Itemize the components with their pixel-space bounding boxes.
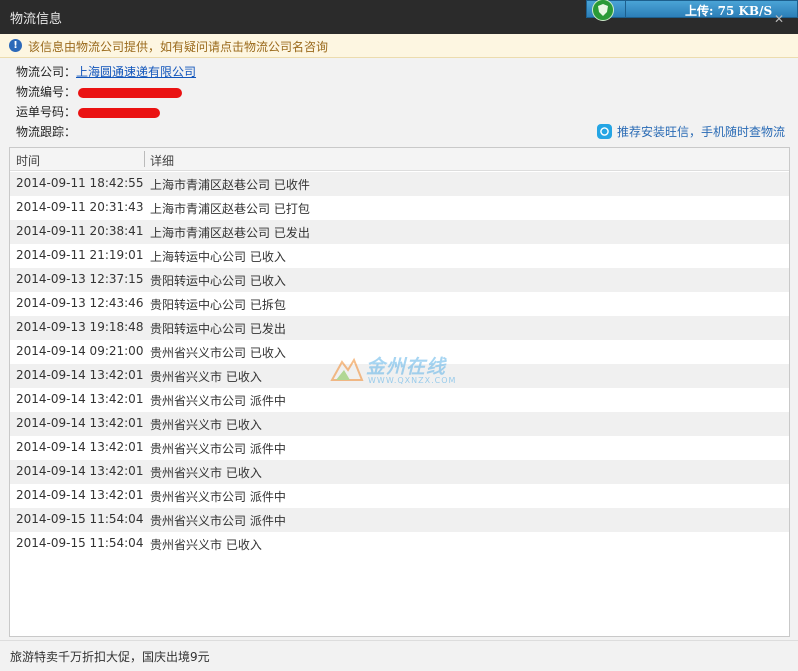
logistics-panel: ! 该信息由物流公司提供，如有疑问请点击物流公司名咨询 物流公司：上海圆通速递有… xyxy=(0,34,798,671)
table-row[interactable]: 2014-09-11 20:31:43 上海市青浦区赵巷公司 已打包 xyxy=(10,196,789,220)
time-cell: 2014-09-14 13:42:01 xyxy=(16,368,144,382)
time-cell: 2014-09-11 20:31:43 xyxy=(16,200,144,214)
logistics-no-redaction xyxy=(78,87,183,98)
time-cell: 2014-09-14 13:42:01 xyxy=(16,440,144,454)
tracking-row: 物流跟踪： xyxy=(16,123,76,140)
detail-cell: 贵州省兴义市公司 派件中 xyxy=(150,394,286,408)
chat-icon xyxy=(597,124,612,139)
detail-cell: 上海市青浦区赵巷公司 已打包 xyxy=(150,202,310,216)
detail-cell: 贵州省兴义市 已收入 xyxy=(150,418,262,432)
time-cell: 2014-09-11 18:42:55 xyxy=(16,176,144,190)
notice-text: 该信息由物流公司提供，如有疑问请点击物流公司名咨询 xyxy=(28,40,329,54)
column-header-detail[interactable]: 详细 xyxy=(150,152,174,169)
watermark-url: WWW.QXNZX.COM xyxy=(368,376,457,385)
table-row[interactable]: 2014-09-13 12:43:46 贵阳转运中心公司 已拆包 xyxy=(10,292,789,316)
wangxin-promo-link[interactable]: 推荐安装旺信，手机随时查物流 xyxy=(597,123,785,140)
time-cell: 2014-09-15 11:54:04 xyxy=(16,536,144,550)
time-cell: 2014-09-11 21:19:01 xyxy=(16,248,144,262)
footer-divider xyxy=(0,640,798,641)
time-cell: 2014-09-11 20:38:41 xyxy=(16,224,144,238)
detail-cell: 上海市青浦区赵巷公司 已收件 xyxy=(150,178,310,192)
detail-cell: 贵阳转运中心公司 已拆包 xyxy=(150,298,286,312)
upload-divider xyxy=(625,1,626,17)
time-cell: 2014-09-13 19:18:48 xyxy=(16,320,144,334)
watermark-mountain-icon xyxy=(330,357,364,381)
table-row[interactable]: 2014-09-15 11:54:04 贵州省兴义市 已收入 xyxy=(10,532,789,556)
wangxin-promo-text: 推荐安装旺信，手机随时查物流 xyxy=(617,125,786,139)
detail-cell: 贵州省兴义市 已收入 xyxy=(150,466,262,480)
waybill-label: 运单号码： xyxy=(16,105,77,119)
detail-cell: 上海转运中心公司 已收入 xyxy=(150,250,286,264)
detail-cell: 贵州省兴义市 已收入 xyxy=(150,370,262,384)
table-row[interactable]: 2014-09-13 12:37:15 贵阳转运中心公司 已收入 xyxy=(10,268,789,292)
time-cell: 2014-09-14 13:42:01 xyxy=(16,488,144,502)
footer-ad-link[interactable]: 旅游特卖千万折扣大促，国庆出境9元 xyxy=(10,648,210,665)
table-row[interactable]: 2014-09-14 13:42:01 贵州省兴义市公司 派件中 xyxy=(10,484,789,508)
close-icon[interactable]: ✕ xyxy=(774,12,784,26)
table-header: 时间 详细 xyxy=(10,148,789,171)
window-title: 物流信息 xyxy=(10,12,63,27)
upload-speed-widget[interactable]: 上传: 75 KB/S xyxy=(586,0,798,21)
info-icon: ! xyxy=(9,39,22,52)
time-cell: 2014-09-13 12:43:46 xyxy=(16,296,144,310)
detail-cell: 贵州省兴义市公司 派件中 xyxy=(150,514,286,528)
detail-cell: 贵州省兴义市公司 派件中 xyxy=(150,490,286,504)
table-row[interactable]: 2014-09-11 18:42:55 上海市青浦区赵巷公司 已收件 xyxy=(10,172,789,196)
company-row: 物流公司：上海圆通速递有限公司 xyxy=(16,63,196,80)
logistics-no-row: 物流编号： xyxy=(16,83,183,100)
company-name-link[interactable]: 上海圆通速递有限公司 xyxy=(76,65,196,79)
detail-cell: 贵州省兴义市公司 已收入 xyxy=(150,346,286,360)
table-row[interactable]: 2014-09-15 11:54:04 贵州省兴义市公司 派件中 xyxy=(10,508,789,532)
time-cell: 2014-09-14 13:42:01 xyxy=(16,464,144,478)
company-label: 物流公司： xyxy=(16,65,77,79)
table-row[interactable]: 2014-09-14 13:42:01 贵州省兴义市 已收入 xyxy=(10,412,789,436)
window-titlebar: 物流信息 上传: 75 KB/S ✕ xyxy=(0,0,798,34)
upload-speed-label: 上传: 75 KB/S xyxy=(685,4,773,18)
tracking-label: 物流跟踪： xyxy=(16,125,77,139)
time-cell: 2014-09-14 13:42:01 xyxy=(16,416,144,430)
table-row[interactable]: 2014-09-11 21:19:01 上海转运中心公司 已收入 xyxy=(10,244,789,268)
table-row[interactable]: 2014-09-14 13:42:01 贵州省兴义市 已收入 xyxy=(10,460,789,484)
time-cell: 2014-09-13 12:37:15 xyxy=(16,272,144,286)
shield-icon xyxy=(592,0,614,21)
detail-cell: 贵州省兴义市 已收入 xyxy=(150,538,262,552)
detail-cell: 贵阳转运中心公司 已收入 xyxy=(150,274,286,288)
logistics-no-label: 物流编号： xyxy=(16,85,77,99)
table-row[interactable]: 2014-09-13 19:18:48 贵阳转运中心公司 已发出 xyxy=(10,316,789,340)
column-header-time[interactable]: 时间 xyxy=(16,152,40,169)
notice-bar: ! 该信息由物流公司提供，如有疑问请点击物流公司名咨询 xyxy=(0,34,798,58)
table-row[interactable]: 2014-09-11 20:38:41 上海市青浦区赵巷公司 已发出 xyxy=(10,220,789,244)
time-cell: 2014-09-14 09:21:00 xyxy=(16,344,144,358)
time-cell: 2014-09-15 11:54:04 xyxy=(16,512,144,526)
time-cell: 2014-09-14 13:42:01 xyxy=(16,392,144,406)
tracking-table[interactable]: 时间 详细 2014-09-11 18:42:55 上海市青浦区赵巷公司 已收件 2… xyxy=(9,147,790,637)
waybill-redaction xyxy=(78,107,161,118)
column-divider[interactable] xyxy=(144,151,145,167)
detail-cell: 上海市青浦区赵巷公司 已发出 xyxy=(150,226,310,240)
watermark-logo: 金州在线 WWW.QXNZX.COM xyxy=(330,352,470,392)
table-row[interactable]: 2014-09-14 13:42:01 贵州省兴义市公司 派件中 xyxy=(10,436,789,460)
detail-cell: 贵州省兴义市公司 派件中 xyxy=(150,442,286,456)
waybill-row: 运单号码： xyxy=(16,103,161,120)
watermark-text: 金州在线 xyxy=(366,356,447,378)
detail-cell: 贵阳转运中心公司 已发出 xyxy=(150,322,286,336)
